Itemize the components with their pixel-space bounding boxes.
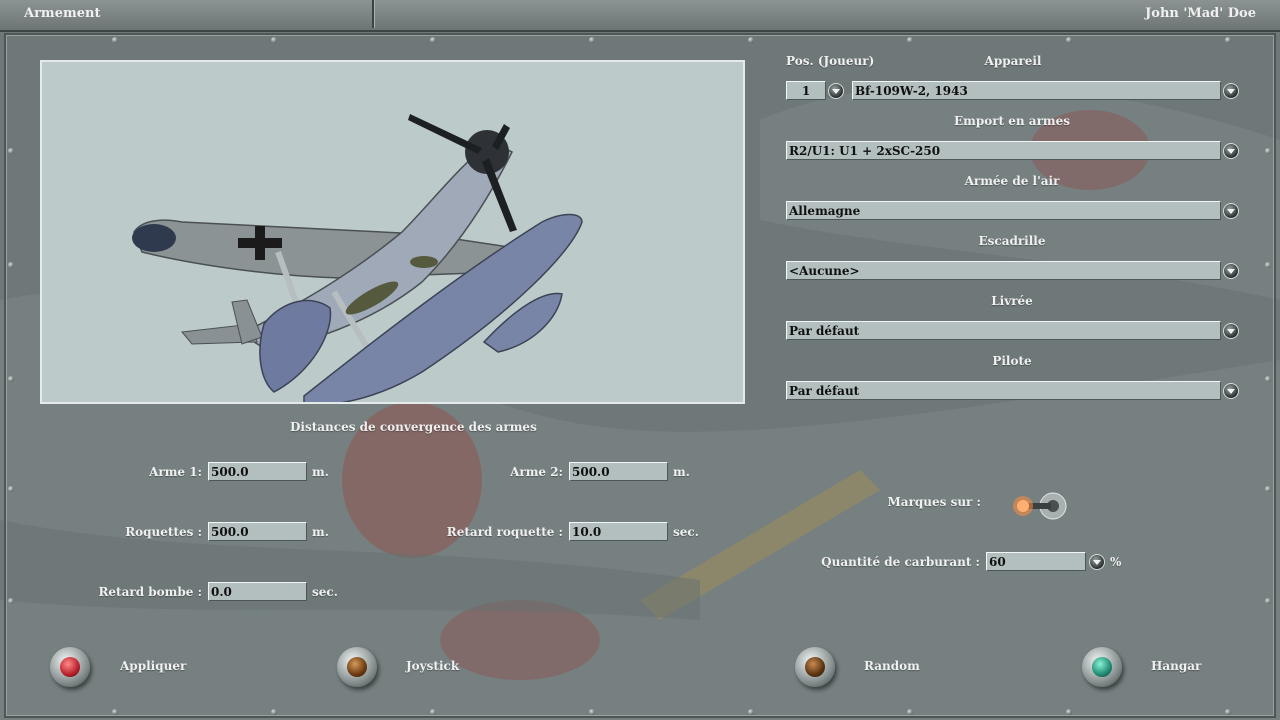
pilot-label: Pilote: [992, 354, 1032, 368]
apply-label[interactable]: Appliquer: [120, 659, 186, 673]
fuel-select[interactable]: 60: [986, 552, 1086, 571]
aircraft-select[interactable]: Bf-109W-2, 1943: [852, 81, 1221, 100]
apply-button[interactable]: [50, 647, 90, 687]
weapons-label: Emport en armes: [953, 114, 1070, 128]
position-select[interactable]: 1: [786, 81, 826, 100]
pilot-dropdown-arrow-icon[interactable]: [1223, 383, 1239, 399]
rivet: [1265, 376, 1271, 382]
rivet: [271, 709, 277, 715]
fuel-label: Quantité de carburant :: [821, 555, 980, 569]
convergence-title: Distances de convergence des armes: [290, 420, 537, 434]
skin-select[interactable]: Par défaut: [786, 321, 1221, 340]
bomb-delay-label: Retard bombe :: [98, 585, 202, 599]
amber-lamp-icon: [347, 657, 367, 677]
weapon1-unit: m.: [312, 465, 329, 479]
hangar-label[interactable]: Hangar: [1151, 659, 1201, 673]
weapons-dropdown-arrow-icon[interactable]: [1223, 143, 1239, 159]
rivet: [748, 709, 754, 715]
skin-label: Livrée: [991, 294, 1033, 308]
weapon1-label: Arme 1:: [149, 465, 202, 479]
screen-title: Armement: [0, 0, 374, 28]
weapon1-distance-input[interactable]: 500.0: [208, 462, 307, 481]
aircraft-dropdown-arrow-icon[interactable]: [1223, 83, 1239, 99]
joystick-label[interactable]: Joystick: [406, 659, 459, 673]
rivet: [430, 37, 436, 43]
rivet: [112, 709, 118, 715]
hangar-button[interactable]: [1082, 647, 1122, 687]
rivet: [1265, 262, 1271, 268]
rivet: [1225, 709, 1231, 715]
rockets-distance-input[interactable]: 500.0: [208, 522, 307, 541]
pilot-select[interactable]: Par défaut: [786, 381, 1221, 400]
title-bar: Armement John 'Mad' Doe: [0, 0, 1280, 32]
amber-lamp-icon: [805, 657, 825, 677]
airforce-label: Armée de l'air: [964, 174, 1060, 188]
fuel-unit: %: [1110, 555, 1122, 569]
rivet: [1265, 486, 1271, 492]
bomb-delay-input[interactable]: 0.0: [208, 582, 307, 601]
rivet: [748, 37, 754, 43]
weapon2-unit: m.: [673, 465, 690, 479]
rocket-delay-input[interactable]: 10.0: [569, 522, 668, 541]
rivet: [8, 486, 14, 492]
bomb-delay-unit: sec.: [312, 585, 338, 599]
rivet: [1066, 37, 1072, 43]
rivet: [8, 148, 14, 154]
markings-label: Marques sur :: [887, 495, 981, 509]
weapon2-label: Arme 2:: [510, 465, 563, 479]
rivet: [8, 262, 14, 268]
aircraft-preview[interactable]: [40, 60, 745, 404]
rivet: [589, 37, 595, 43]
rivet: [112, 37, 118, 43]
rivet: [8, 376, 14, 382]
rivet: [271, 37, 277, 43]
joystick-button[interactable]: [337, 647, 377, 687]
random-label[interactable]: Random: [864, 659, 920, 673]
red-lamp-icon: [60, 657, 80, 677]
weapons-select[interactable]: R2/U1: U1 + 2xSC-250: [786, 141, 1221, 160]
rockets-label: Roquettes :: [125, 525, 202, 539]
airforce-dropdown-arrow-icon[interactable]: [1223, 203, 1239, 219]
rocket-delay-label: Retard roquette :: [446, 525, 563, 539]
squadron-dropdown-arrow-icon[interactable]: [1223, 263, 1239, 279]
aircraft-label: Appareil: [984, 54, 1042, 68]
rivet: [907, 709, 913, 715]
rivet: [907, 37, 913, 43]
squadron-label: Escadrille: [978, 234, 1046, 248]
skin-dropdown-arrow-icon[interactable]: [1223, 323, 1239, 339]
user-name: John 'Mad' Doe: [1145, 6, 1256, 21]
rivet: [1265, 148, 1271, 154]
position-label: Pos. (Joueur): [786, 54, 875, 68]
rivet: [8, 598, 14, 604]
position-dropdown-arrow-icon[interactable]: [828, 83, 844, 99]
airforce-select[interactable]: Allemagne: [786, 201, 1221, 220]
rockets-unit: m.: [312, 525, 329, 539]
random-button[interactable]: [795, 647, 835, 687]
fuel-dropdown-arrow-icon[interactable]: [1089, 554, 1105, 570]
markings-toggle-switch[interactable]: [1005, 491, 1073, 521]
rocket-delay-unit: sec.: [673, 525, 699, 539]
rivet: [430, 709, 436, 715]
rivet: [1265, 598, 1271, 604]
green-lamp-icon: [1092, 657, 1112, 677]
rivet: [1066, 709, 1072, 715]
rivet: [1225, 37, 1231, 43]
squadron-select[interactable]: <Aucune>: [786, 261, 1221, 280]
rivet: [589, 709, 595, 715]
aircraft-model-image: [132, 114, 583, 402]
weapon2-distance-input[interactable]: 500.0: [569, 462, 668, 481]
